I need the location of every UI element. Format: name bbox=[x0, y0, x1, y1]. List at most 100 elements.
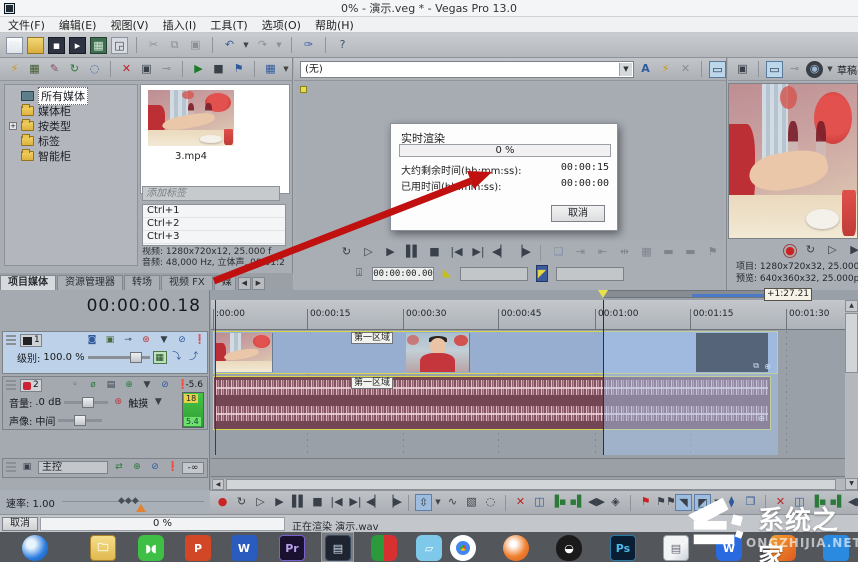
meter-options-icon[interactable]: ▤ bbox=[104, 379, 118, 392]
insert-marker-icon[interactable]: ⚑ bbox=[704, 244, 721, 261]
taskbar-photoshop-icon[interactable]: Ps bbox=[610, 535, 636, 561]
insert-region-icon[interactable]: ⚑⚑ bbox=[656, 494, 676, 511]
interaction-brush-icon[interactable]: ✑ bbox=[300, 37, 317, 54]
tab-explorer[interactable]: 资源管理器 bbox=[57, 275, 123, 290]
menu-options[interactable]: 选项(O) bbox=[262, 17, 301, 33]
taskbar-explorer-icon[interactable]: 🗀 bbox=[90, 535, 116, 561]
routing-icon[interactable]: ⇄ bbox=[112, 461, 126, 474]
play-from-start-icon[interactable]: ▷ bbox=[252, 494, 269, 511]
compositing-mode-icon[interactable]: ◙ bbox=[85, 334, 99, 347]
tab-video-fx[interactable]: 视频 FX bbox=[161, 275, 213, 290]
trim-start-icon[interactable]: ▬ bbox=[660, 244, 677, 261]
ignore-grouping-icon[interactable]: ⧫ bbox=[723, 494, 740, 511]
automation-settings-icon[interactable]: ⊛ bbox=[139, 334, 153, 347]
track-grip[interactable] bbox=[6, 379, 16, 392]
taskbar-chrome-icon[interactable] bbox=[450, 535, 476, 561]
previous-frame-icon[interactable]: ◀▏ bbox=[366, 494, 383, 511]
tree-item-smart-bins[interactable]: 智能柜 bbox=[5, 148, 137, 163]
media-item-card[interactable]: 3.mp4 bbox=[145, 88, 237, 164]
solo-icon[interactable]: ❗ bbox=[193, 334, 207, 347]
next-frame-icon[interactable]: ▕▶ bbox=[514, 244, 531, 261]
envelope-edit-tool-icon[interactable]: ∿ bbox=[444, 494, 461, 511]
video-track-header[interactable]: 1 ◙ ▣ ⊸ ⊛ ▼ ⊘ ❗ 级别: 100.0 % ▦ ⤵ ⤴ bbox=[2, 331, 208, 374]
capture-video-icon[interactable]: ▦ bbox=[26, 61, 43, 78]
taskbar-wechat-icon[interactable]: ◗◖ bbox=[138, 535, 164, 561]
taskbar-qq-icon[interactable]: ◒ bbox=[556, 535, 582, 561]
taskbar-video-editor-icon[interactable] bbox=[371, 535, 397, 561]
tab-media-generators[interactable]: 媒 bbox=[213, 275, 236, 290]
media-fx-icon[interactable]: ⊸ bbox=[158, 61, 175, 78]
menu-insert[interactable]: 插入(I) bbox=[163, 17, 197, 33]
external-monitor-icon[interactable]: ▭ bbox=[766, 60, 783, 78]
quality-dropdown-icon[interactable]: ▼ bbox=[826, 61, 834, 78]
remove-media-icon[interactable]: ✕ bbox=[118, 61, 135, 78]
media-flag-icon[interactable]: ⚑ bbox=[230, 61, 247, 78]
track-fx-icon[interactable]: ⊸ bbox=[121, 334, 135, 347]
automation-gear-icon[interactable]: ⊛ bbox=[111, 396, 125, 409]
undo-dropdown-icon[interactable]: ▼ bbox=[242, 37, 250, 54]
edit-tool-dropdown-icon[interactable]: ▼ bbox=[434, 494, 442, 511]
trimmer-marker-icon[interactable] bbox=[300, 86, 307, 93]
record-icon[interactable]: ● bbox=[783, 243, 797, 258]
snapping-icon[interactable]: ◥ bbox=[675, 494, 692, 511]
delete-icon[interactable]: ✕ bbox=[512, 494, 529, 511]
tag-shortcut-row[interactable]: Ctrl+2 bbox=[143, 218, 285, 231]
master-bus-header[interactable]: -∞ ▣ 主控 ⇄ ⊕ ⊘ ❗ bbox=[2, 458, 208, 478]
track-grip[interactable] bbox=[6, 334, 16, 347]
mute-icon[interactable]: ⊘ bbox=[148, 461, 162, 474]
taskbar-powerpoint-icon[interactable]: P bbox=[185, 535, 211, 561]
project-properties-icon[interactable]: ▦ bbox=[90, 36, 107, 54]
bus-fx-icon[interactable]: ⊕ bbox=[130, 461, 144, 474]
grid-icon[interactable]: ▦ bbox=[638, 244, 655, 261]
go-to-start-icon[interactable]: |◀ bbox=[328, 494, 345, 511]
taskbar-premiere-icon[interactable]: Pr bbox=[279, 535, 305, 561]
level-slider[interactable] bbox=[87, 352, 150, 363]
solo-icon[interactable]: ❗ bbox=[166, 461, 180, 474]
render-as-icon[interactable]: ▸ bbox=[69, 36, 86, 54]
go-to-end-icon[interactable]: ▶| bbox=[347, 494, 364, 511]
play-icon[interactable]: ▶ bbox=[846, 242, 858, 259]
apply-fx-icon[interactable]: ⚡ bbox=[657, 61, 674, 78]
go-to-end-icon[interactable]: ▶| bbox=[470, 244, 487, 261]
previous-frame-icon[interactable]: ◀▏ bbox=[492, 244, 509, 261]
tree-item-all-media[interactable]: 所有媒体 bbox=[5, 86, 137, 105]
invert-phase-icon[interactable]: ø bbox=[86, 379, 100, 392]
hscroll-left-arrow-icon[interactable]: ◀ bbox=[212, 479, 224, 490]
loop-playback-icon[interactable]: ↻ bbox=[802, 242, 819, 259]
arm-record-icon[interactable]: ◦ bbox=[68, 379, 82, 392]
mark-in-icon[interactable]: ⇥ bbox=[572, 244, 589, 261]
tabs-scroll-right-icon[interactable]: ▶ bbox=[251, 277, 265, 290]
preview-quality-icon[interactable]: ◉ bbox=[806, 60, 823, 78]
undo-icon[interactable]: ↶ bbox=[221, 37, 238, 54]
get-photo-icon[interactable]: ✎ bbox=[46, 61, 63, 78]
loop-playback-icon[interactable]: ↻ bbox=[233, 494, 250, 511]
bypass-motion-blur-icon[interactable]: ▦ bbox=[152, 351, 167, 364]
delete-secondary-icon[interactable]: ✕ bbox=[772, 494, 789, 511]
taskbar-app-icon[interactable] bbox=[770, 535, 796, 561]
vscroll-thumb[interactable] bbox=[845, 313, 858, 373]
mark-in-field[interactable] bbox=[460, 266, 528, 281]
start-preview-icon[interactable]: ▶ bbox=[190, 61, 207, 78]
playback-cursor[interactable] bbox=[215, 300, 216, 455]
pan-slider-thumb[interactable] bbox=[74, 415, 87, 426]
pause-icon[interactable]: ▌▌ bbox=[290, 494, 307, 511]
new-project-icon[interactable]: ▤ bbox=[6, 36, 23, 54]
track-motion-icon[interactable]: ⤵ bbox=[170, 351, 184, 364]
go-to-start-icon[interactable]: |◀ bbox=[448, 244, 465, 261]
trim-end-icon[interactable]: ▬ bbox=[682, 244, 699, 261]
next-frame-icon[interactable]: ▕▶ bbox=[385, 494, 402, 511]
taskbar-wps-icon[interactable]: W bbox=[716, 535, 742, 561]
tab-project-media[interactable]: 项目媒体 bbox=[0, 275, 56, 290]
redo-dropdown-icon[interactable]: ▼ bbox=[275, 37, 283, 54]
split-secondary-icon[interactable]: ◀▶ bbox=[848, 494, 858, 511]
taskbar-media-app-icon[interactable]: ▱ bbox=[416, 535, 442, 561]
event-edge-right-icon[interactable]: ▪▌ bbox=[569, 494, 586, 511]
mark-out-icon[interactable]: ⇤ bbox=[594, 244, 611, 261]
media-properties-icon[interactable]: ▣ bbox=[138, 61, 155, 78]
select-region-icon[interactable]: ⇹ bbox=[616, 244, 633, 261]
menu-file[interactable]: 文件(F) bbox=[8, 17, 45, 33]
automation-dropdown-icon[interactable]: ▼ bbox=[157, 334, 171, 347]
sync-cursor-icon[interactable]: ❏ bbox=[550, 244, 567, 261]
play-icon[interactable]: ▶ bbox=[271, 494, 288, 511]
volume-slider[interactable] bbox=[64, 397, 109, 408]
